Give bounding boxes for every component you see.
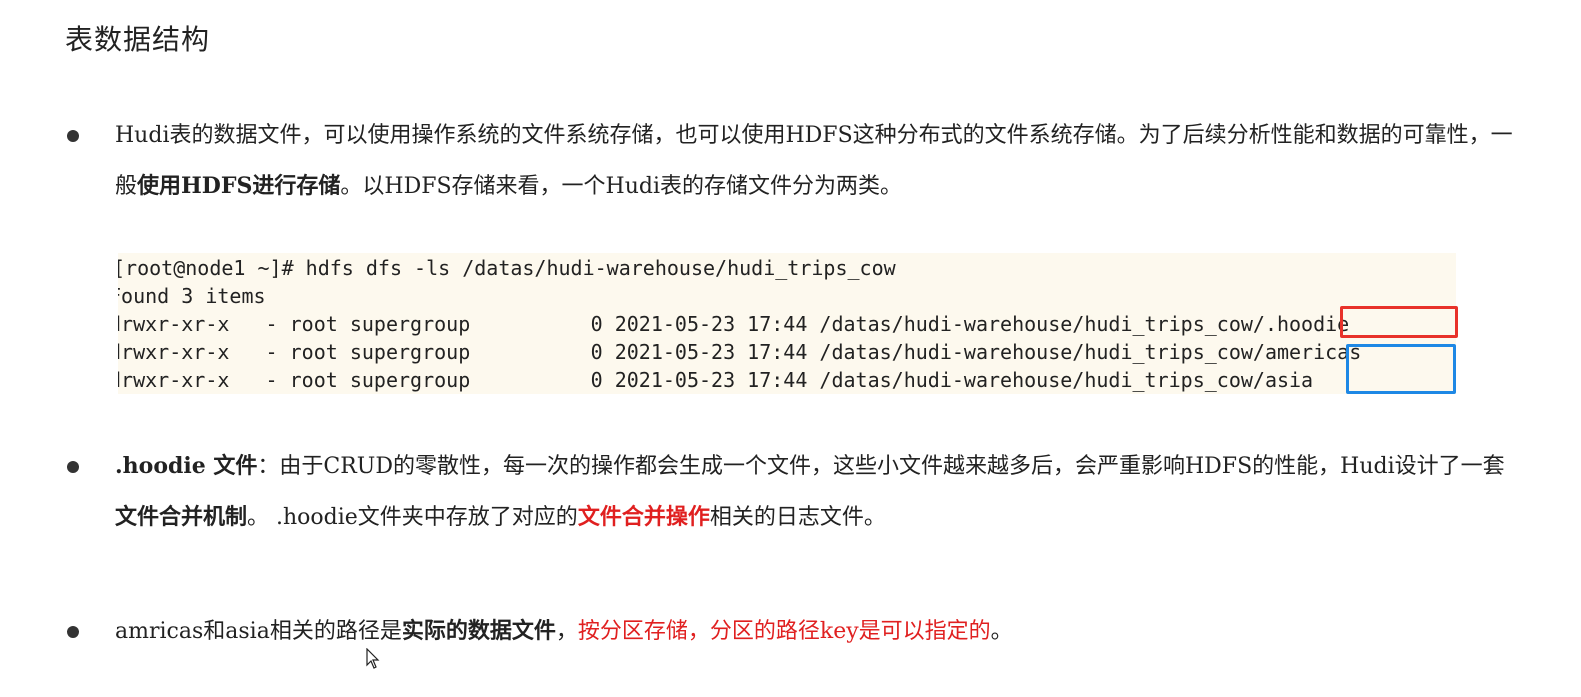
code-line-2: Found 3 items xyxy=(118,284,266,308)
para3-red-text: 按分区存储，分区的路径key是可以指定的 xyxy=(577,619,991,644)
para3-emphasis: 实际的数据文件 xyxy=(401,618,556,644)
para2-heading: .hoodie 文件 xyxy=(115,453,258,479)
para3-text-1: amricas和asia相关的路径是 xyxy=(115,619,402,644)
bullet-3 xyxy=(67,626,79,638)
paragraph-hoodie: .hoodie 文件：由于CRUD的零散性，每一次的操作都会生成一个文件，这些小… xyxy=(115,441,1525,543)
para2-emphasis-1: 文件合并机制 xyxy=(115,504,248,530)
code-line-1: [root@node1 ~]# hdfs dfs -ls /datas/hudi… xyxy=(118,256,896,280)
hoodie-highlight-box xyxy=(1340,306,1458,338)
mouse-cursor-icon xyxy=(366,648,380,669)
para1-text-2: 。以HDFS存储来看，一个Hudi表的存储文件分为两类。 xyxy=(340,174,903,199)
section-title: 表数据结构 xyxy=(65,23,211,56)
code-line-3: drwxr-xr-x - root supergroup 0 2021-05-2… xyxy=(118,312,1350,336)
para3-text-2: ， xyxy=(555,619,578,644)
para2-text-2: 。 .hoodie文件夹中存放了对应的 xyxy=(247,505,578,530)
code-line-4: drwxr-xr-x - root supergroup 0 2021-05-2… xyxy=(118,340,1362,364)
para2-text-3: 相关的日志文件。 xyxy=(709,505,886,530)
paragraph-partitions: amricas和asia相关的路径是实际的数据文件，按分区存储，分区的路径key… xyxy=(115,606,1525,657)
paragraph-hdfs-storage: Hudi表的数据文件，可以使用操作系统的文件系统存储，也可以使用HDFS这种分布… xyxy=(115,110,1525,212)
para1-emphasis: 使用HDFS进行存储 xyxy=(137,173,341,199)
para2-text-1: ：由于CRUD的零散性，每一次的操作都会生成一个文件，这些小文件越来越多后，会严… xyxy=(257,454,1505,479)
para3-text-3: 。 xyxy=(990,619,1013,644)
para2-emphasis-2: 文件合并操作 xyxy=(577,504,710,530)
partition-highlight-box xyxy=(1346,344,1456,394)
code-line-5: drwxr-xr-x - root supergroup 0 2021-05-2… xyxy=(118,368,1314,392)
bullet-1 xyxy=(67,130,79,142)
bullet-2 xyxy=(67,461,79,473)
code-block: [root@node1 ~]# hdfs dfs -ls /datas/hudi… xyxy=(118,253,1456,394)
